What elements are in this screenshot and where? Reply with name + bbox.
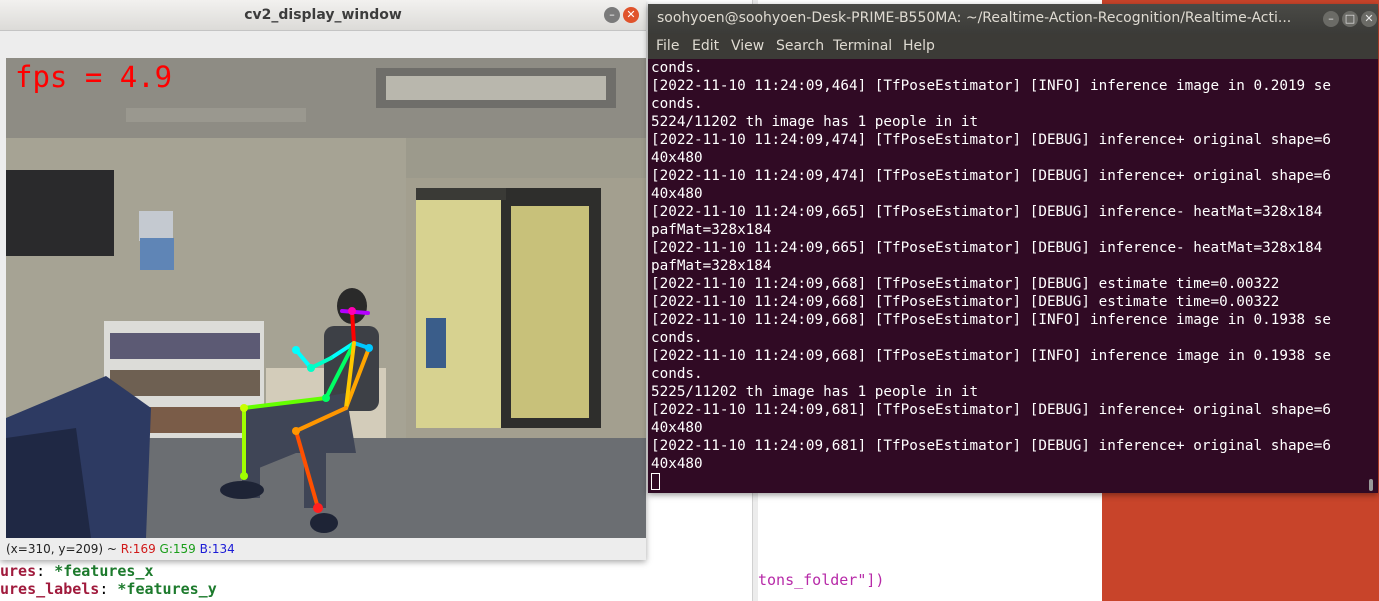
code-line: ures_labels: *features_y: [0, 580, 217, 598]
terminal-line: pafMat=328x184: [651, 222, 772, 238]
menu-file[interactable]: File: [656, 38, 679, 54]
terminal-line: [2022-11-10 11:24:09,681] [TfPoseEstimat…: [651, 402, 1331, 418]
camera-frame: fps = 4.9: [6, 58, 646, 538]
terminal-line: [2022-11-10 11:24:09,668] [TfPoseEstimat…: [651, 294, 1280, 310]
terminal-line: 40x480: [651, 186, 703, 202]
code-line: ures: *features_x: [0, 562, 154, 580]
status-coordinates: (x=310, y=209) ~: [6, 542, 121, 556]
cv2-display-window[interactable]: cv2_display_window – ✕ fps = 4.9 (x=310,…: [0, 0, 646, 560]
menu-terminal[interactable]: Terminal: [833, 38, 892, 54]
terminal-line: [2022-11-10 11:24:09,681] [TfPoseEstimat…: [651, 438, 1331, 454]
status-bar: (x=310, y=209) ~ R:169 G:159 B:134: [0, 539, 646, 560]
terminal-line: 40x480: [651, 456, 703, 472]
terminal-line: [2022-11-10 11:24:09,474] [TfPoseEstimat…: [651, 132, 1331, 148]
menu-search[interactable]: Search: [776, 38, 824, 54]
terminal-line: [2022-11-10 11:24:09,665] [TfPoseEstimat…: [651, 204, 1323, 220]
terminal-line: [2022-11-10 11:24:09,668] [TfPoseEstimat…: [651, 348, 1331, 364]
menu-view[interactable]: View: [731, 38, 764, 54]
window-title: cv2_display_window: [244, 7, 402, 23]
terminal-line: [2022-11-10 11:24:09,668] [TfPoseEstimat…: [651, 276, 1280, 292]
terminal-line: conds.: [651, 330, 703, 346]
terminal-line: pafMat=328x184: [651, 258, 772, 274]
code-fragment: tons_folder"]): [758, 571, 885, 589]
terminal-line: 5225/11202 th image has 1 people in it: [651, 384, 979, 400]
menu-help[interactable]: Help: [903, 38, 935, 54]
terminal-line: [2022-11-10 11:24:09,474] [TfPoseEstimat…: [651, 168, 1331, 184]
terminal-output[interactable]: conds. [2022-11-10 11:24:09,464] [TfPoseE…: [648, 59, 1378, 493]
terminal-lines: conds. [2022-11-10 11:24:09,464] [TfPoseE…: [651, 59, 1331, 473]
minimize-icon[interactable]: –: [604, 7, 620, 23]
terminal-scrollbar[interactable]: [1369, 479, 1373, 491]
terminal-line: [2022-11-10 11:24:09,665] [TfPoseEstimat…: [651, 240, 1323, 256]
maximize-icon[interactable]: □: [1342, 11, 1358, 27]
terminal-line: 40x480: [651, 420, 703, 436]
terminal-window[interactable]: soohyoen@soohyoen-Desk-PRIME-B550MA: ~/R…: [648, 4, 1378, 493]
terminal-menubar: File Edit View Search Terminal Help: [648, 34, 1378, 59]
terminal-title: soohyoen@soohyoen-Desk-PRIME-B550MA: ~/R…: [657, 10, 1292, 26]
terminal-line: [2022-11-10 11:24:09,464] [TfPoseEstimat…: [651, 78, 1331, 94]
minimize-icon[interactable]: –: [1323, 11, 1339, 27]
terminal-cursor: [651, 473, 660, 490]
close-icon[interactable]: ✕: [623, 7, 639, 23]
close-icon[interactable]: ✕: [1361, 11, 1377, 27]
terminal-line: 5224/11202 th image has 1 people in it: [651, 114, 979, 130]
terminal-line: conds.: [651, 366, 703, 382]
terminal-line: conds.: [651, 96, 703, 112]
terminal-titlebar[interactable]: soohyoen@soohyoen-Desk-PRIME-B550MA: ~/R…: [648, 4, 1378, 34]
status-green-value: G:159: [159, 542, 196, 556]
terminal-line: conds.: [651, 60, 703, 76]
camera-scene: [6, 58, 646, 538]
window-titlebar[interactable]: cv2_display_window – ✕: [0, 0, 646, 31]
menu-edit[interactable]: Edit: [692, 38, 719, 54]
terminal-line: [2022-11-10 11:24:09,668] [TfPoseEstimat…: [651, 312, 1331, 328]
fps-overlay: fps = 4.9: [15, 60, 173, 94]
status-blue-value: B:134: [199, 542, 235, 556]
status-red-value: R:169: [120, 542, 156, 556]
terminal-line: 40x480: [651, 150, 703, 166]
